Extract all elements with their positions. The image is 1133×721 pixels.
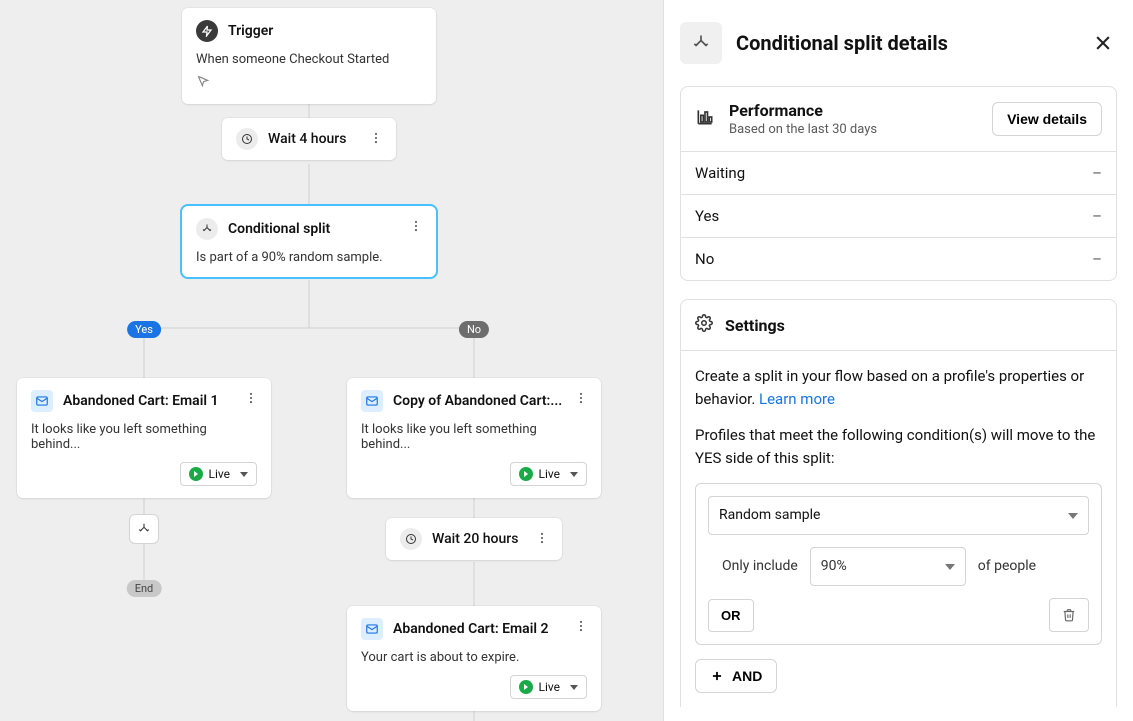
branch-badge-end: End: [127, 580, 162, 597]
only-include-label: Only include: [722, 556, 798, 577]
and-label: AND: [732, 668, 762, 684]
node-yes-email-title: Abandoned Cart: Email 1: [63, 393, 218, 409]
chevron-down-icon: [570, 472, 578, 477]
learn-more-link[interactable]: Learn more: [759, 390, 835, 408]
status-label: Live: [539, 467, 560, 481]
metric-value: –: [1092, 164, 1102, 182]
node-split-menu[interactable]: [404, 214, 428, 238]
chevron-down-icon: [240, 472, 248, 477]
chevron-down-icon: [1068, 513, 1078, 519]
performance-title: Performance: [729, 101, 877, 120]
branch-badge-yes: Yes: [127, 321, 161, 338]
split-icon: [196, 218, 218, 240]
performance-subtitle: Based on the last 30 days: [729, 122, 877, 137]
split-icon: [680, 22, 722, 64]
metric-yes: Yes –: [681, 194, 1116, 237]
node-wait-20h[interactable]: Wait 20 hours: [386, 518, 562, 560]
settings-title: Settings: [725, 316, 785, 335]
delete-condition-button[interactable]: [1049, 598, 1089, 632]
percent-value: 90%: [821, 556, 847, 577]
plus-icon: [710, 669, 724, 683]
settings-yes-desc: Profiles that meet the following conditi…: [695, 424, 1102, 469]
node-yes-email[interactable]: Abandoned Cart: Email 1 It looks like yo…: [17, 378, 271, 498]
node-wait-4h-menu[interactable]: [364, 126, 388, 150]
panel-settings: Settings Create a split in your flow bas…: [680, 299, 1117, 707]
panel-performance: Performance Based on the last 30 days Vi…: [680, 86, 1117, 281]
and-button[interactable]: AND: [695, 659, 777, 693]
node-no-email2-title: Abandoned Cart: Email 2: [393, 621, 548, 637]
node-trigger[interactable]: Trigger When someone Checkout Started: [182, 8, 436, 104]
node-wait-20h-menu[interactable]: [530, 526, 554, 550]
metric-no: No –: [681, 237, 1116, 280]
node-split-stub[interactable]: [129, 514, 159, 544]
node-yes-email-menu[interactable]: [239, 386, 263, 410]
metric-value: –: [1092, 207, 1102, 225]
chevron-down-icon: [570, 685, 578, 690]
node-yes-email-status[interactable]: Live: [180, 462, 257, 486]
node-wait-4h[interactable]: Wait 4 hours: [222, 118, 396, 160]
percent-select[interactable]: 90%: [810, 547, 966, 586]
bolt-icon: [196, 20, 218, 42]
metric-label: Yes: [695, 207, 719, 225]
metric-waiting: Waiting –: [681, 152, 1116, 194]
condition-type-value: Random sample: [719, 505, 820, 526]
play-icon: [519, 680, 533, 694]
drawer-title: Conditional split details: [736, 31, 1075, 55]
close-button[interactable]: [1089, 29, 1117, 57]
condition-type-select[interactable]: Random sample: [708, 496, 1089, 535]
clock-icon: [236, 128, 258, 150]
status-label: Live: [209, 467, 230, 481]
node-no-email2-status[interactable]: Live: [510, 675, 587, 699]
play-icon: [189, 467, 203, 481]
node-no-email2-desc: Your cart is about to expire.: [361, 650, 587, 665]
details-drawer: Conditional split details Performance Ba…: [663, 0, 1133, 721]
metric-value: –: [1092, 250, 1102, 268]
or-button[interactable]: OR: [708, 599, 754, 632]
play-icon: [519, 467, 533, 481]
analytics-icon: [695, 107, 715, 131]
settings-desc: Create a split in your flow based on a p…: [695, 367, 1084, 408]
node-no-email2-menu[interactable]: [569, 614, 593, 638]
mail-icon: [31, 390, 53, 412]
node-split-desc: Is part of a 90% random sample.: [196, 250, 422, 265]
clock-icon: [400, 528, 422, 550]
trash-icon: [1062, 608, 1076, 622]
mail-icon: [361, 390, 383, 412]
gear-icon: [695, 314, 713, 336]
node-trigger-title: Trigger: [228, 23, 273, 39]
node-no-email1-menu[interactable]: [569, 386, 593, 410]
node-trigger-desc: When someone Checkout Started: [196, 52, 422, 67]
mail-icon: [361, 618, 383, 640]
node-wait-20h-label: Wait 20 hours: [432, 531, 518, 547]
node-no-email1-desc: It looks like you left something behind.…: [361, 422, 587, 452]
node-wait-4h-label: Wait 4 hours: [268, 131, 346, 147]
drawer-header: Conditional split details: [680, 22, 1117, 64]
cursor-select-icon: [196, 73, 422, 92]
condition-group: Random sample Only include 90% of people…: [695, 483, 1102, 645]
chevron-down-icon: [945, 564, 955, 570]
of-people-label: of people: [978, 556, 1036, 577]
node-yes-email-desc: It looks like you left something behind.…: [31, 422, 257, 452]
view-details-button[interactable]: View details: [992, 102, 1102, 136]
node-split-title: Conditional split: [228, 221, 330, 237]
status-label: Live: [539, 680, 560, 694]
node-no-email1-status[interactable]: Live: [510, 462, 587, 486]
flow-canvas: Trigger When someone Checkout Started Wa…: [0, 0, 663, 721]
node-no-email1-title: Copy of Abandoned Cart:...: [393, 393, 562, 409]
node-no-email2[interactable]: Abandoned Cart: Email 2 Your cart is abo…: [347, 606, 601, 711]
metric-label: No: [695, 250, 714, 268]
metric-label: Waiting: [695, 164, 745, 182]
node-conditional-split[interactable]: Conditional split Is part of a 90% rando…: [182, 206, 436, 277]
branch-badge-no: No: [459, 321, 489, 338]
node-no-email1[interactable]: Copy of Abandoned Cart:... It looks like…: [347, 378, 601, 498]
